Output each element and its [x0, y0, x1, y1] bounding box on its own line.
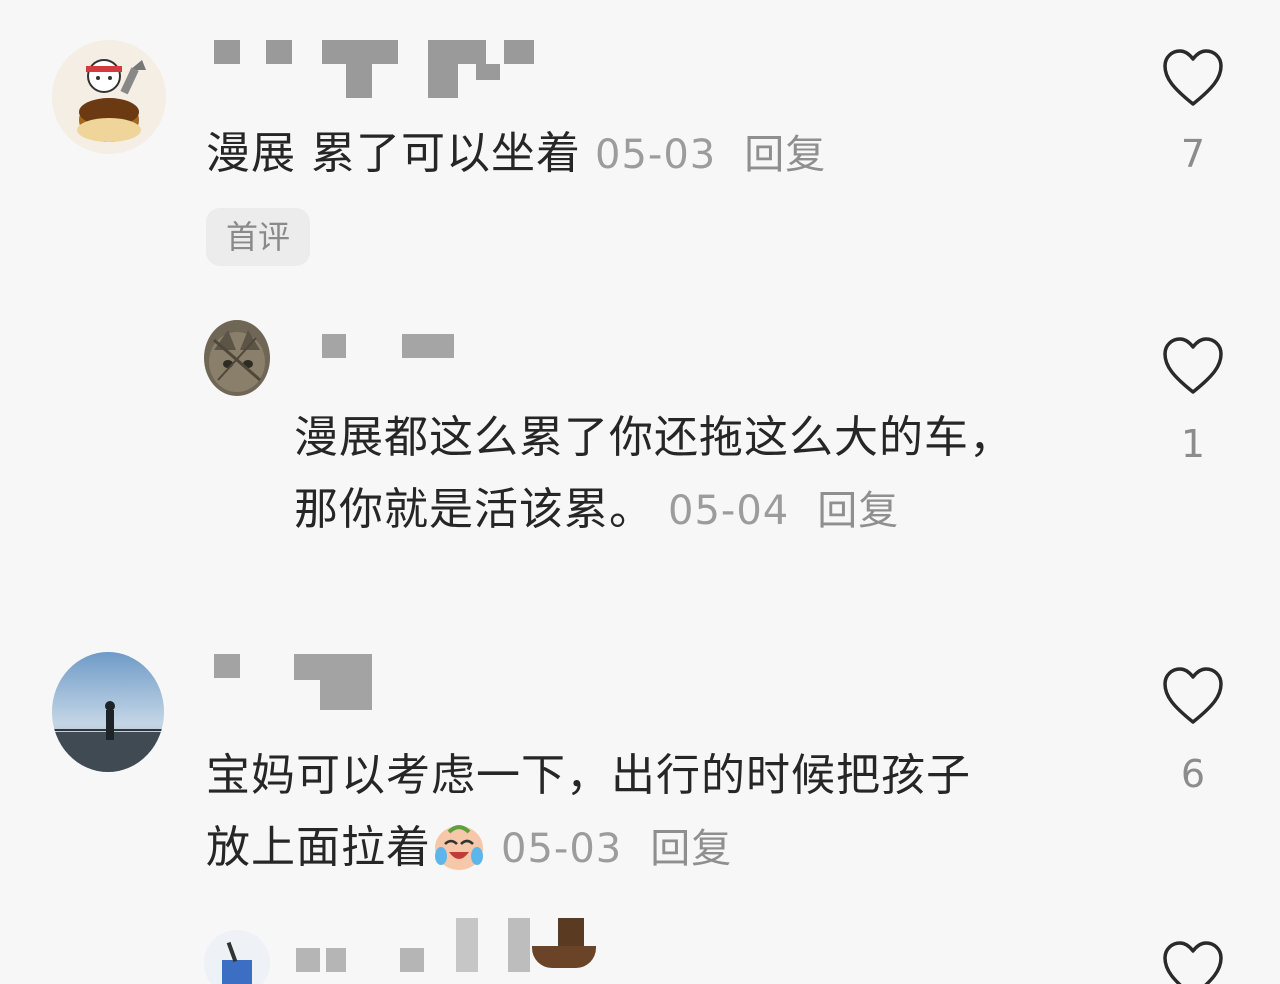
reply-button[interactable]: 回复: [650, 826, 732, 872]
username-redacted[interactable]: [296, 918, 606, 978]
cartoon-avatar-icon: [52, 40, 166, 154]
comment-text: 漫展 累了可以坐着 05-03 回复: [206, 118, 826, 191]
like-count: 6: [1180, 752, 1206, 796]
comment-body: 那你就是活该累。: [294, 484, 654, 535]
comment-body: 放上面拉着: [206, 822, 431, 873]
cat-avatar-icon: [204, 320, 270, 396]
username-redacted[interactable]: [214, 40, 534, 98]
avatar[interactable]: [52, 652, 164, 772]
username-redacted[interactable]: [214, 654, 374, 710]
avatar[interactable]: [204, 320, 270, 396]
heart-icon: [1163, 667, 1223, 724]
sky-photo-avatar-icon: [52, 652, 164, 772]
comment-body: 漫展 累了可以坐着: [206, 128, 581, 179]
comment-date: 05-03: [595, 132, 717, 178]
username-redacted[interactable]: [322, 334, 462, 362]
comment-date: 05-03: [501, 826, 623, 872]
comment-list: 漫展 累了可以坐着 05-03 回复 首评 7 漫展都这么累了你还拖这么大的车， 那…: [0, 0, 1280, 984]
comment-text: 宝妈可以考虑一下，出行的时候把孩子: [206, 740, 971, 812]
like-button[interactable]: [1158, 48, 1228, 108]
avatar[interactable]: [52, 40, 166, 154]
avatar[interactable]: [204, 930, 270, 984]
comment-text: 那你就是活该累。 05-04 回复: [294, 474, 899, 547]
heart-icon: [1163, 941, 1223, 984]
comment-date: 05-04: [668, 488, 790, 534]
cartoon-avatar-icon: [204, 930, 270, 984]
heart-icon: [1163, 49, 1223, 106]
comment-text: 漫展都这么累了你还拖这么大的车，: [294, 402, 1014, 474]
heart-icon: [1163, 337, 1223, 394]
like-count: 7: [1180, 132, 1206, 176]
like-button[interactable]: [1158, 940, 1228, 984]
like-button[interactable]: [1158, 666, 1228, 726]
laughing-crying-face-icon: [431, 820, 487, 872]
comment-body: 宝妈可以考虑一下，出行的时候把孩子: [206, 750, 971, 801]
first-comment-badge: 首评: [206, 208, 311, 266]
like-count: 1: [1180, 422, 1206, 466]
reply-button[interactable]: 回复: [817, 488, 899, 534]
comment-text: 放上面拉着 05-03 回复: [206, 812, 732, 885]
reply-button[interactable]: 回复: [744, 132, 826, 178]
comment-body: 漫展都这么累了你还拖这么大的车，: [294, 412, 1014, 463]
like-button[interactable]: [1158, 336, 1228, 396]
